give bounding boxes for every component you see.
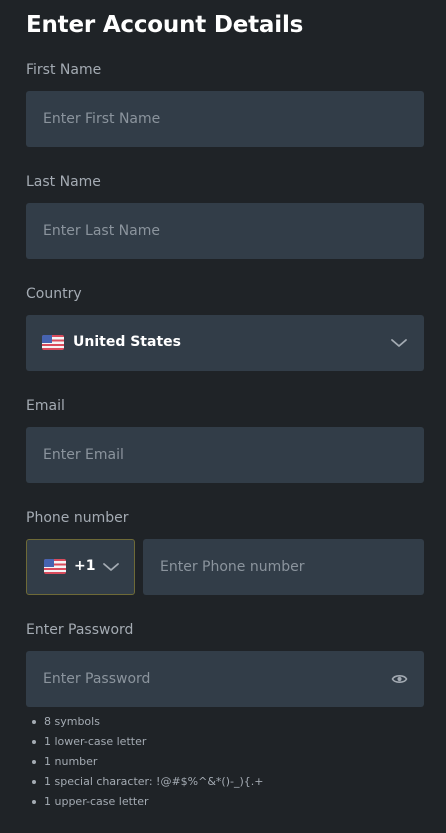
eye-icon[interactable] <box>391 671 408 687</box>
country-label: Country <box>26 286 82 302</box>
country-selected-value: United States <box>73 334 181 350</box>
country-select[interactable]: United States <box>26 315 424 371</box>
chevron-down-icon <box>103 563 119 571</box>
email-field-container <box>26 427 424 483</box>
last-name-input[interactable] <box>26 203 424 259</box>
last-name-label: Last Name <box>26 174 101 190</box>
password-label: Enter Password <box>26 622 134 638</box>
country-code-select[interactable]: +1 <box>26 539 135 595</box>
password-requirements: 8 symbols 1 lower-case letter 1 number 1… <box>26 712 263 812</box>
page-title: Enter Account Details <box>26 12 304 38</box>
phone-field-container <box>143 539 424 595</box>
password-input[interactable] <box>26 651 424 707</box>
phone-label: Phone number <box>26 510 129 526</box>
password-field-container <box>26 651 424 707</box>
requirement-item: 1 special character: !@#$%^&*()-_){.+ <box>26 772 263 792</box>
phone-input[interactable] <box>143 539 424 595</box>
requirement-item: 1 upper-case letter <box>26 792 263 812</box>
requirement-item: 8 symbols <box>26 712 263 732</box>
chevron-down-icon <box>391 339 407 347</box>
first-name-field-container <box>26 91 424 147</box>
requirement-item: 1 lower-case letter <box>26 732 263 752</box>
first-name-label: First Name <box>26 62 102 78</box>
us-flag-icon <box>44 559 66 574</box>
email-input[interactable] <box>26 427 424 483</box>
last-name-field-container <box>26 203 424 259</box>
requirement-item: 1 number <box>26 752 263 772</box>
first-name-input[interactable] <box>26 91 424 147</box>
us-flag-icon <box>42 335 64 350</box>
email-label: Email <box>26 398 65 414</box>
country-code-value: +1 <box>74 558 96 574</box>
